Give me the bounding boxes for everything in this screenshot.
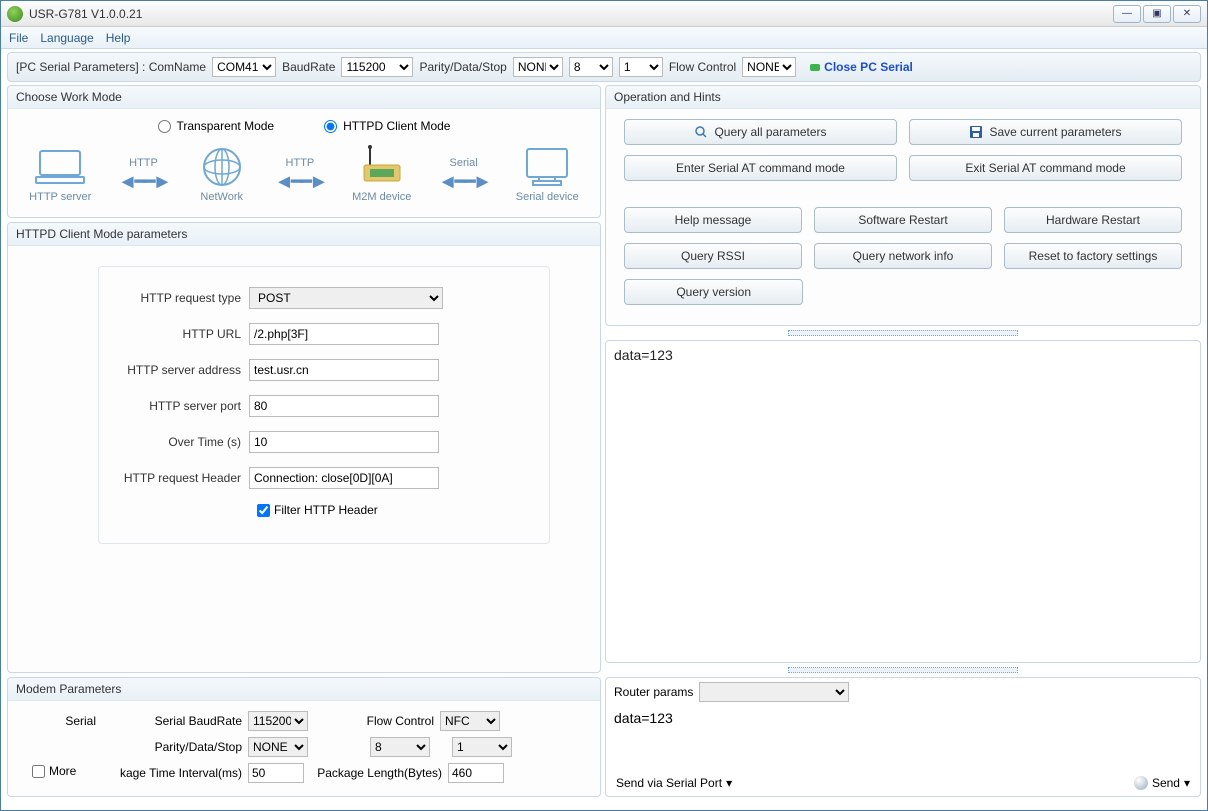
menu-file[interactable]: File: [9, 31, 28, 45]
save-icon: [969, 125, 983, 139]
reset-factory-button[interactable]: Reset to factory settings: [1004, 243, 1182, 269]
modem-data-select[interactable]: 8: [370, 737, 430, 757]
pc-serial-toolbar: [PC Serial Parameters] : ComName COM41 B…: [7, 52, 1201, 82]
modem-flow-label: Flow Control: [314, 714, 434, 728]
flow-select[interactable]: NONE: [742, 57, 796, 77]
hw-restart-button[interactable]: Hardware Restart: [1004, 207, 1182, 233]
chevron-down-icon: ▾: [726, 776, 732, 790]
modem-pds-label: Parity/Data/Stop: [102, 740, 242, 754]
send-text[interactable]: data=123: [606, 706, 1200, 770]
console-output[interactable]: data=123: [605, 340, 1201, 663]
send-button[interactable]: Send ▾: [1134, 776, 1190, 790]
flow-label: Flow Control: [669, 60, 736, 74]
send-panel: Router params data=123 Send via Serial P…: [605, 677, 1201, 797]
httpd-params-panel: HTTPD Client Mode parameters HTTP reques…: [7, 222, 601, 673]
maximize-button[interactable]: ▣: [1143, 5, 1171, 23]
operations-title: Operation and Hints: [606, 86, 1200, 109]
send-via-dropdown[interactable]: Send via Serial Port▾: [616, 776, 732, 790]
http-url-input[interactable]: [249, 323, 439, 345]
request-header-label: HTTP request Header: [119, 471, 249, 485]
transparent-mode-radio[interactable]: Transparent Mode: [158, 119, 275, 133]
titlebar: USR-G781 V1.0.0.21 — ▣ ✕: [1, 1, 1207, 27]
query-version-button[interactable]: Query version: [624, 279, 803, 305]
query-rssi-button[interactable]: Query RSSI: [624, 243, 802, 269]
app-icon: [7, 6, 23, 22]
splitter-bottom[interactable]: [605, 665, 1201, 675]
comname-label: [PC Serial Parameters] : ComName: [16, 60, 206, 74]
pds-label: Parity/Data/Stop: [419, 60, 506, 74]
work-mode-title: Choose Work Mode: [8, 86, 600, 109]
request-type-label: HTTP request type: [119, 291, 249, 305]
parity-select[interactable]: NONE: [513, 57, 563, 77]
over-time-label: Over Time (s): [119, 435, 249, 449]
serial-status-icon: [810, 64, 820, 71]
work-mode-panel: Choose Work Mode Transparent Mode HTTPD …: [7, 85, 601, 218]
minimize-button[interactable]: —: [1113, 5, 1141, 23]
serial-label: Serial: [26, 714, 96, 728]
comname-select[interactable]: COM41: [212, 57, 276, 77]
filter-header-checkbox[interactable]: Filter HTTP Header: [257, 503, 378, 517]
menubar: File Language Help: [1, 27, 1207, 49]
modem-stop-select[interactable]: 1: [452, 737, 512, 757]
httpd-params-title: HTTPD Client Mode parameters: [8, 223, 600, 246]
pkg-time-label: kage Time Interval(ms): [102, 766, 242, 780]
operations-panel: Operation and Hints Query all parameters…: [605, 85, 1201, 326]
menu-language[interactable]: Language: [40, 31, 93, 45]
baudrate-select[interactable]: 115200: [341, 57, 413, 77]
modem-flow-select[interactable]: NFC: [440, 711, 500, 731]
http-addr-input[interactable]: [249, 359, 439, 381]
pkg-len-input[interactable]: [448, 763, 504, 783]
request-header-input[interactable]: [249, 467, 439, 489]
query-all-button[interactable]: Query all parameters: [624, 119, 897, 145]
network-icon: [196, 147, 248, 187]
http-addr-label: HTTP server address: [119, 363, 249, 377]
more-checkbox[interactable]: More: [32, 764, 76, 778]
menu-help[interactable]: Help: [106, 31, 131, 45]
send-icon: [1134, 776, 1148, 790]
databits-select[interactable]: 8: [569, 57, 613, 77]
m2m-device-icon: [356, 147, 408, 187]
modem-parity-select[interactable]: NONE: [248, 737, 308, 757]
router-params-label: Router params: [614, 685, 693, 699]
modem-title: Modem Parameters: [8, 678, 600, 701]
http-server-icon: [34, 147, 86, 187]
modem-baud-select[interactable]: 115200: [248, 711, 308, 731]
pkg-len-label: Package Length(Bytes): [310, 766, 442, 780]
save-params-button[interactable]: Save current parameters: [909, 119, 1182, 145]
help-button[interactable]: Help message: [624, 207, 802, 233]
exit-at-button[interactable]: Exit Serial AT command mode: [909, 155, 1182, 181]
search-icon: [694, 125, 708, 139]
over-time-input[interactable]: [249, 431, 439, 453]
baudrate-label: BaudRate: [282, 60, 335, 74]
sw-restart-button[interactable]: Software Restart: [814, 207, 992, 233]
http-port-label: HTTP server port: [119, 399, 249, 413]
mode-diagram: HTTP server HTTP◄━━► NetWork HTTP◄━━►: [8, 139, 600, 217]
close-pc-serial-button[interactable]: Close PC Serial: [810, 60, 913, 74]
serial-device-icon: [521, 147, 573, 187]
window-title: USR-G781 V1.0.0.21: [29, 7, 142, 21]
modem-panel: Modem Parameters Serial Serial BaudRate …: [7, 677, 601, 797]
request-type-select[interactable]: POST: [249, 287, 443, 309]
splitter-top[interactable]: [605, 328, 1201, 338]
query-net-button[interactable]: Query network info: [814, 243, 992, 269]
http-port-input[interactable]: [249, 395, 439, 417]
chevron-down-icon: ▾: [1184, 776, 1190, 790]
modem-baud-label: Serial BaudRate: [102, 714, 242, 728]
router-params-select[interactable]: [699, 682, 849, 702]
http-url-label: HTTP URL: [119, 327, 249, 341]
close-button[interactable]: ✕: [1173, 5, 1201, 23]
httpd-mode-radio[interactable]: HTTPD Client Mode: [324, 119, 450, 133]
stopbits-select[interactable]: 1: [619, 57, 663, 77]
pkg-time-input[interactable]: [248, 763, 304, 783]
enter-at-button[interactable]: Enter Serial AT command mode: [624, 155, 897, 181]
